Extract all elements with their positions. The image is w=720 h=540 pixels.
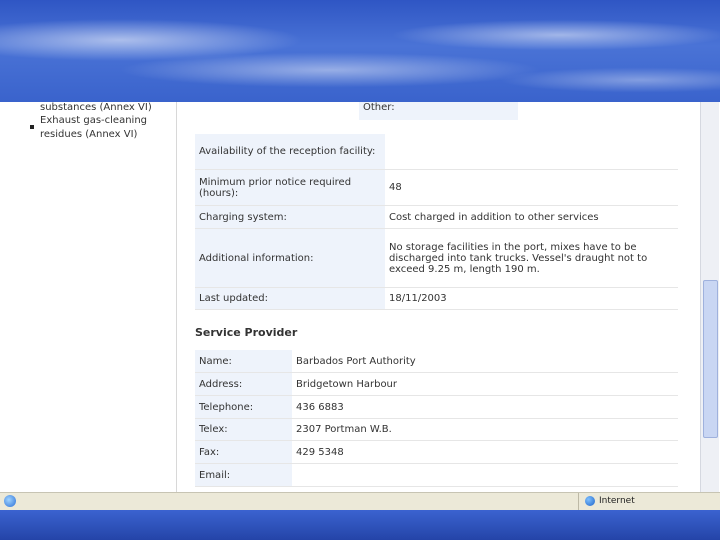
row-value[interactable] <box>292 464 678 487</box>
security-zone[interactable]: Internet <box>578 493 720 510</box>
table-row: Name: Barbados Port Authority <box>195 350 678 373</box>
desktop-bottom-background <box>0 510 720 540</box>
vertical-scrollbar[interactable] <box>700 102 719 492</box>
sidebar-item-label[interactable]: substances (Annex VI) <box>40 102 152 113</box>
table-row: Availability of the reception facility: <box>195 134 678 170</box>
bullet-icon <box>30 125 34 129</box>
internet-globe-icon <box>585 496 595 506</box>
row-label: Telephone: <box>195 396 292 419</box>
row-label: Availability of the reception facility: <box>195 134 385 170</box>
scrollbar-thumb[interactable] <box>703 280 718 438</box>
row-value: Cost charged in addition to other servic… <box>385 206 678 229</box>
sidebar-nav: substances (Annex VI) Exhaust gas-cleani… <box>0 102 177 492</box>
sidebar-item-label[interactable]: Exhaust gas-cleaning <box>40 115 147 126</box>
row-label: Charging system: <box>195 206 385 229</box>
table-row: Telephone: 436 6883 <box>195 396 678 419</box>
zone-label: Internet <box>599 496 635 506</box>
row-value: 48 <box>385 170 678 206</box>
row-label: Telex: <box>195 419 292 441</box>
sidebar-item-label[interactable]: residues (Annex VI) <box>40 129 137 140</box>
section-title: Service Provider <box>195 326 298 339</box>
row-label: Address: <box>195 373 292 396</box>
ie-page-icon <box>4 495 16 507</box>
browser-window: substances (Annex VI) Exhaust gas-cleani… <box>0 102 720 510</box>
row-label: Name: <box>195 350 292 373</box>
table-row: Additional information: No storage facil… <box>195 229 678 288</box>
row-value: 2307 Portman W.B. <box>292 419 678 441</box>
row-value: Barbados Port Authority <box>292 350 678 373</box>
row-label: Last updated: <box>195 288 385 310</box>
table-row: Minimum prior notice required (hours): 4… <box>195 170 678 206</box>
row-label: Additional information: <box>195 229 385 288</box>
main-content: Other: Availability of the reception fac… <box>176 102 698 492</box>
row-value <box>385 134 678 170</box>
row-label: Fax: <box>195 441 292 464</box>
row-label: Email: <box>195 464 292 487</box>
facility-table: Availability of the reception facility: … <box>195 134 678 310</box>
other-label: Other: <box>359 102 518 120</box>
table-row: Last updated: 18/11/2003 <box>195 288 678 310</box>
row-value: 436 6883 <box>292 396 678 419</box>
table-row: Fax: 429 5348 <box>195 441 678 464</box>
table-row: Charging system: Cost charged in additio… <box>195 206 678 229</box>
row-value: 18/11/2003 <box>385 288 678 310</box>
row-label: Minimum prior notice required (hours): <box>195 170 385 206</box>
table-row: Address: Bridgetown Harbour <box>195 373 678 396</box>
row-value: 429 5348 <box>292 441 678 464</box>
row-value: No storage facilities in the port, mixes… <box>385 229 678 288</box>
service-provider-table: Name: Barbados Port Authority Address: B… <box>195 350 678 487</box>
row-value: Bridgetown Harbour <box>292 373 678 396</box>
desktop-sky-background <box>0 0 720 102</box>
status-bar: Internet <box>0 492 720 510</box>
table-row: Email: <box>195 464 678 487</box>
table-row: Telex: 2307 Portman W.B. <box>195 419 678 441</box>
